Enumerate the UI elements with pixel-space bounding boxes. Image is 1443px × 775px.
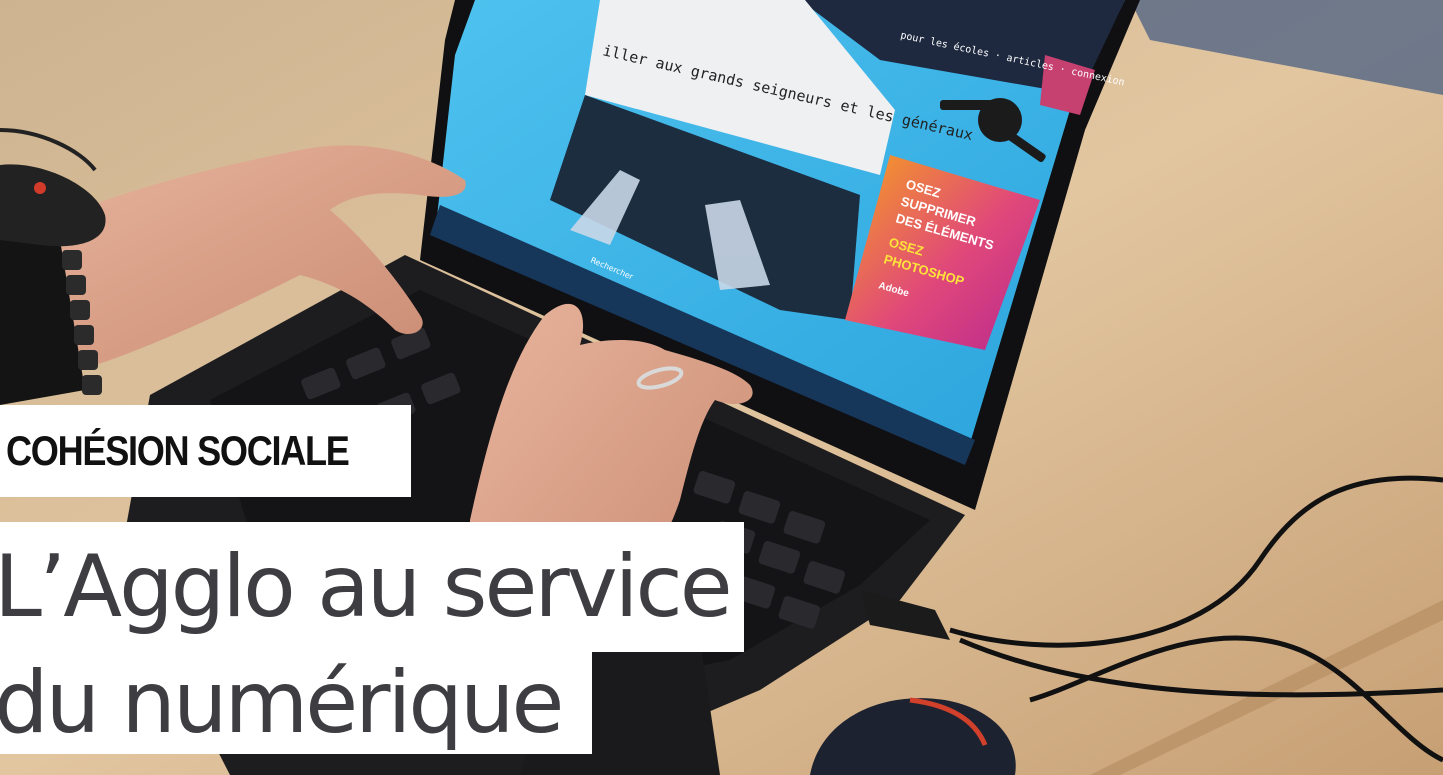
left-mouse-accent — [34, 182, 46, 194]
headline-line-2-text: du numérique — [0, 653, 564, 753]
photo-stage: pour les écoles · articles · connexion i… — [0, 0, 1443, 775]
headline-line-1: L’Agglo au service — [0, 522, 744, 652]
category-label: COHÉSION SOCIALE — [0, 405, 411, 497]
headline-line-2: du numérique — [0, 652, 592, 754]
headline-line-1-text: L’Agglo au service — [0, 537, 733, 637]
category-label-text: COHÉSION SOCIALE — [6, 427, 350, 474]
